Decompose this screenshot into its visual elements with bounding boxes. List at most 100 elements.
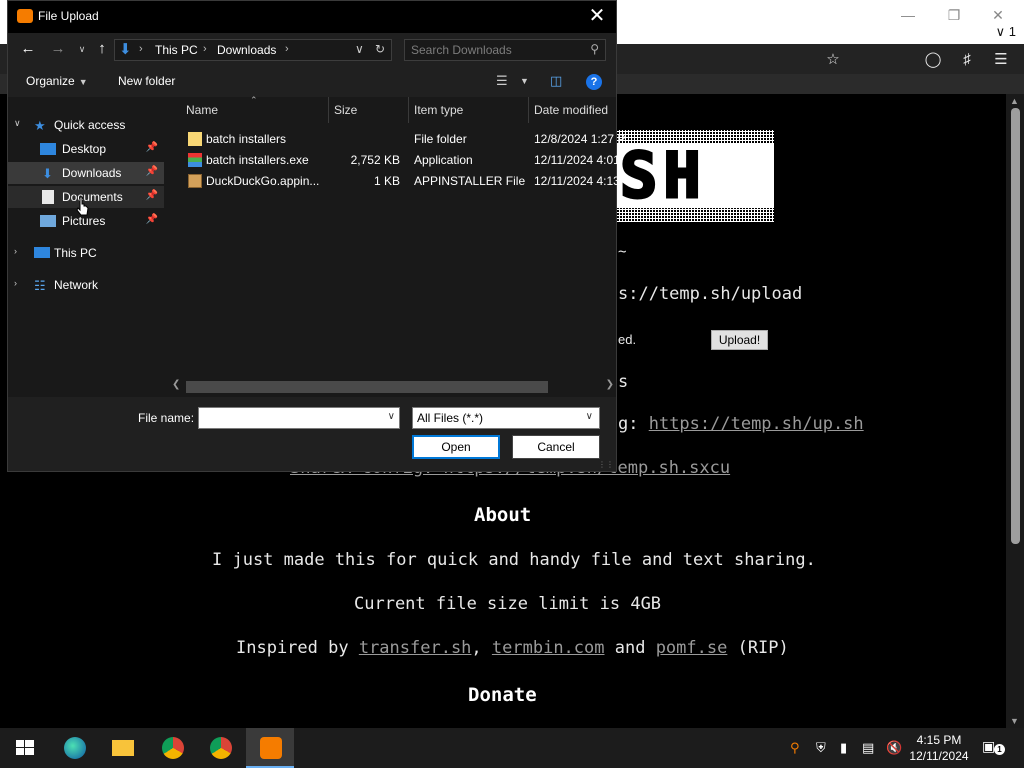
volume-muted-icon[interactable]: 🔇 <box>886 740 902 756</box>
start-button[interactable] <box>0 728 48 768</box>
nav-item-downloads[interactable]: ⬇ Downloads 📌 <box>8 162 164 184</box>
nav-item-desktop[interactable]: Desktop 📌 <box>8 138 164 160</box>
bookmark-star-icon[interactable]: ☆ <box>822 49 844 71</box>
close-window-button[interactable]: ✕ <box>978 4 1018 26</box>
file-row[interactable]: batch installers.exe 2,752 KB Applicatio… <box>166 150 620 171</box>
column-header-row: ⌃ Name Size Item type Date modified <box>166 95 616 123</box>
chrome-icon <box>162 737 184 759</box>
horizontal-scrollbar[interactable]: ❮ ❯ <box>166 379 616 395</box>
dialog-commandbar: Organize ▼ New folder ☰ ▼ ◫ ? <box>8 65 616 97</box>
view-dropdown-icon[interactable]: ▼ <box>520 76 529 86</box>
maximize-button[interactable]: ❐ <box>934 4 974 26</box>
organize-button[interactable]: Organize ▼ <box>26 74 88 88</box>
file-row[interactable]: DuckDuckGo.appin... 1 KB APPINSTALLER Fi… <box>166 171 620 192</box>
desktop-icon <box>40 143 56 155</box>
file-row[interactable]: batch installers File folder 12/8/2024 1… <box>166 129 625 150</box>
system-clock[interactable]: 4:15 PM 12/11/2024 <box>908 732 970 764</box>
browser-taskbar-button[interactable] <box>246 728 294 768</box>
folder-icon <box>112 740 134 756</box>
share-link[interactable]: https://temp.sh/up.sh <box>649 414 864 434</box>
column-type[interactable]: Item type <box>414 103 463 117</box>
application-icon <box>188 153 202 167</box>
help-icon[interactable]: ? <box>586 74 602 90</box>
dialog-title: File Upload <box>38 9 99 23</box>
limit-text: Current file size limit is 4GB <box>354 594 662 614</box>
pomf-link[interactable]: pomf.se <box>656 638 728 658</box>
column-size[interactable]: Size <box>334 103 357 117</box>
search-icon: ⚲ <box>590 42 599 56</box>
computer-icon <box>34 247 50 258</box>
menu-icon[interactable]: ☰ <box>990 49 1012 71</box>
file-name-input[interactable] <box>203 410 379 426</box>
curl-text: s <box>618 372 629 392</box>
back-arrow-icon[interactable]: ← <box>18 39 38 59</box>
breadcrumb-downloads[interactable]: Downloads <box>217 43 276 57</box>
new-folder-button[interactable]: New folder <box>118 74 175 88</box>
dialog-footer: File name: ∨ All Files (*.*) ∨ Open Canc… <box>8 397 616 471</box>
file-name-combobox[interactable]: ∨ <box>198 407 400 429</box>
cancel-button[interactable]: Cancel <box>512 435 600 459</box>
chrome-taskbar-button-2[interactable] <box>196 728 244 768</box>
up-arrow-icon[interactable]: ↑ <box>92 39 112 59</box>
search-input[interactable] <box>411 42 581 58</box>
scroll-up-icon[interactable]: ▲ <box>1010 96 1019 106</box>
upload-button[interactable]: Upload! <box>711 330 768 350</box>
forward-arrow-icon[interactable]: → <box>48 39 68 59</box>
downloads-icon: ⬇ <box>42 166 53 181</box>
filter-value: All Files (*.*) <box>417 411 484 425</box>
address-dropdown-icon[interactable]: ∨ <box>355 42 364 56</box>
security-shield-icon[interactable]: ⛨ <box>816 740 826 756</box>
file-explorer-taskbar-button[interactable] <box>98 728 146 768</box>
address-bar[interactable]: ⬇ › This PC › Downloads › ∨ ↻ <box>114 39 392 61</box>
chevron-down-icon[interactable]: ∨ <box>388 411 395 422</box>
notification-center-button[interactable]: ▣ 1 <box>982 738 1005 756</box>
dialog-close-button[interactable]: ✕ <box>584 3 610 29</box>
windows-logo-icon <box>16 740 34 755</box>
nav-item-this-pc[interactable]: › This PC <box>8 242 164 264</box>
nav-item-network[interactable]: › ☷ Network <box>8 274 164 296</box>
search-box[interactable]: ⚲ <box>404 39 606 61</box>
about-text: I just made this for quick and handy fil… <box>212 550 816 570</box>
refresh-icon[interactable]: ↻ <box>375 42 385 56</box>
file-upload-dialog: File Upload ✕ ← → ∨ ↑ ⬇ › This PC › Down… <box>7 0 625 472</box>
column-name[interactable]: Name <box>186 103 218 117</box>
hscroll-thumb[interactable] <box>186 381 548 393</box>
scroll-down-icon[interactable]: ▼ <box>1010 716 1019 726</box>
chevron-down-icon[interactable]: ∨ <box>14 118 24 129</box>
column-date[interactable]: Date modified <box>534 103 608 117</box>
pin-icon: 📌 <box>145 142 158 153</box>
edge-icon <box>64 737 86 759</box>
network-tray-icon[interactable]: ▤ <box>862 740 874 756</box>
view-options-icon[interactable]: ☰ <box>496 73 508 89</box>
history-chevron-icon[interactable]: ∨ <box>72 39 92 59</box>
open-button[interactable]: Open <box>412 435 500 459</box>
caret-down-icon: ▼ <box>78 77 88 87</box>
taskbar: ⚲ ⛨ ▮ ▤ 🔇 4:15 PM 12/11/2024 ▣ 1 <box>0 728 1024 768</box>
resize-grip-icon[interactable]: ⋮⋮ <box>598 460 614 469</box>
page-scrollbar[interactable]: ▲ ▼ <box>1006 94 1024 728</box>
downloads-arrow-icon: ⬇ <box>119 41 132 58</box>
chevron-right-icon[interactable]: › <box>14 246 24 256</box>
account-icon[interactable]: ◯ <box>922 49 944 71</box>
preview-pane-icon[interactable]: ◫ <box>550 73 562 89</box>
tab-list-button[interactable]: ∨ 1 <box>996 24 1016 40</box>
chevron-down-icon[interactable]: ∨ <box>586 411 593 422</box>
transfer-sh-link[interactable]: transfer.sh <box>359 638 472 658</box>
edge-taskbar-button[interactable] <box>50 728 98 768</box>
scroll-left-icon[interactable]: ❮ <box>172 379 180 390</box>
file-list-pane: ⌃ Name Size Item type Date modified batc… <box>166 95 625 397</box>
chrome-taskbar-button[interactable] <box>148 728 196 768</box>
nav-item-quick-access[interactable]: ∨ ★ Quick access <box>8 114 164 136</box>
file-type-filter[interactable]: All Files (*.*) ∨ <box>412 407 600 429</box>
scrollbar-thumb[interactable] <box>1011 108 1020 544</box>
usb-device-icon[interactable]: ▮ <box>840 740 847 756</box>
search-tray-icon[interactable]: ⚲ <box>790 740 800 756</box>
star-icon: ★ <box>34 118 46 133</box>
termbin-link[interactable]: termbin.com <box>492 638 605 658</box>
chevron-right-icon[interactable]: › <box>14 278 24 288</box>
pin-icon: 📌 <box>145 190 158 201</box>
scroll-right-icon[interactable]: ❯ <box>606 379 614 390</box>
extensions-icon[interactable]: ♯ <box>956 49 978 71</box>
minimize-button[interactable]: — <box>888 4 928 26</box>
breadcrumb-this-pc[interactable]: This PC <box>155 43 198 57</box>
